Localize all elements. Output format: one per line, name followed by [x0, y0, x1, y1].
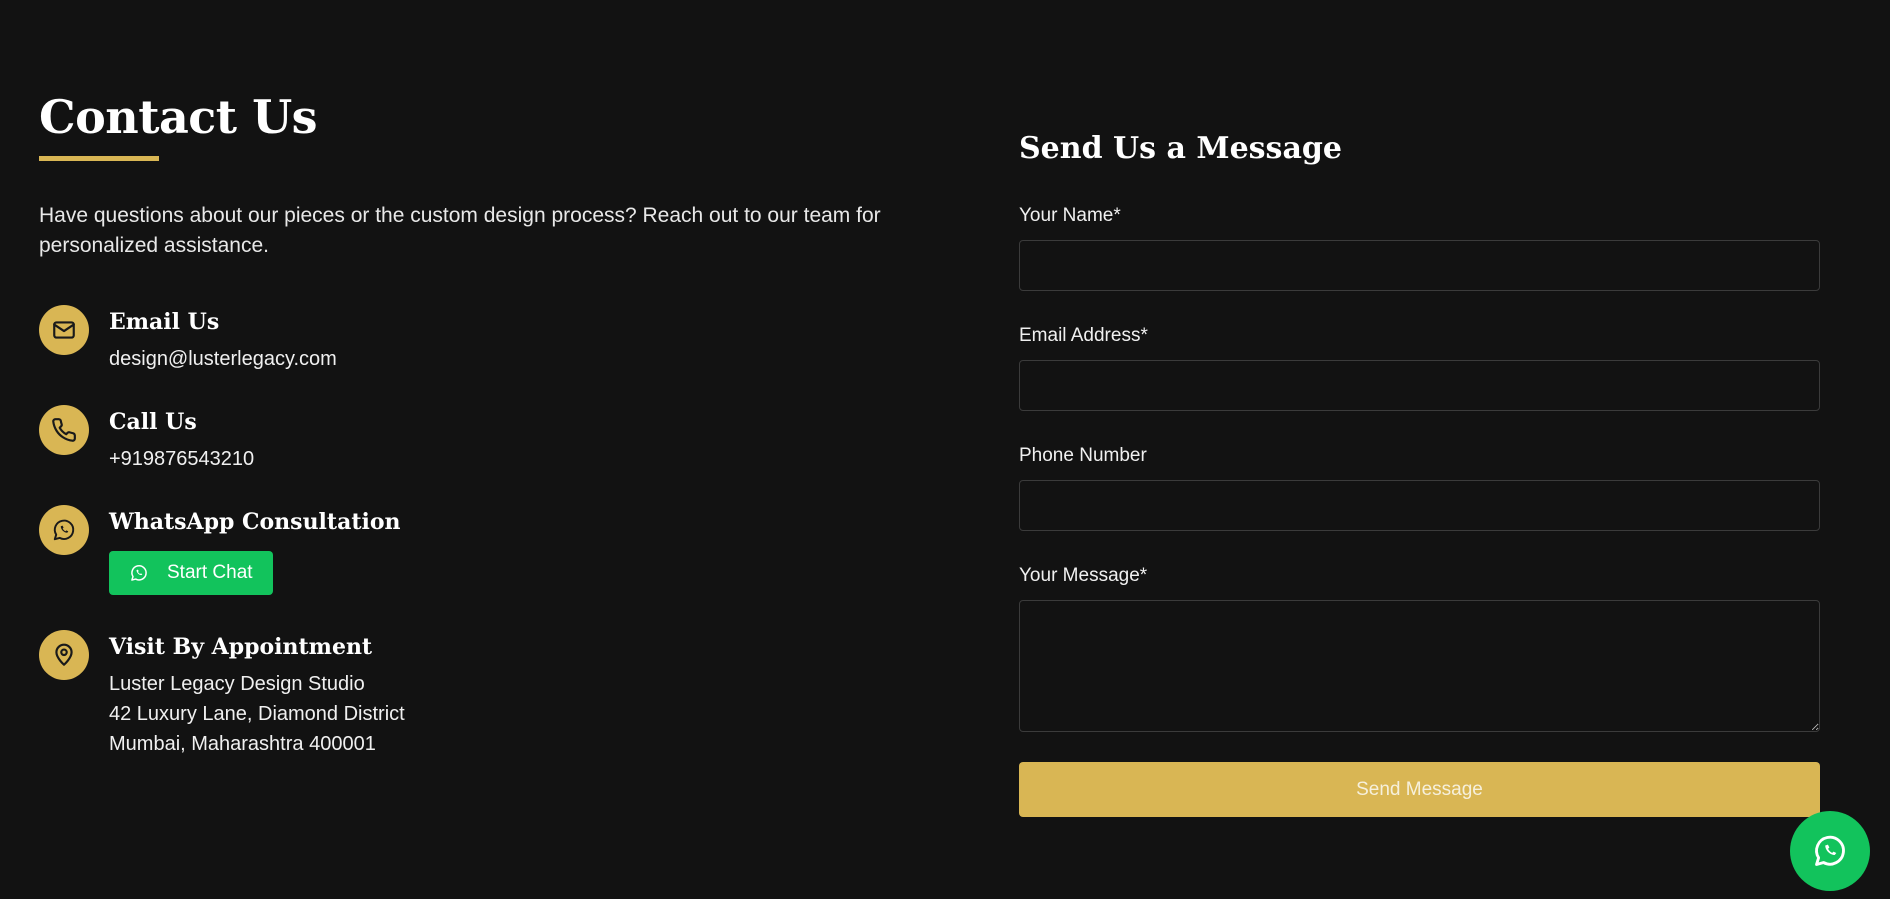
visit-title: Visit By Appointment [109, 634, 373, 660]
mail-icon [39, 305, 89, 355]
phone-number-link[interactable]: +919876543210 [109, 444, 254, 474]
message-textarea[interactable] [1019, 600, 1820, 732]
email-title: Email Us [109, 309, 220, 335]
contact-item-call: Call Us +919876543210 [39, 405, 254, 474]
whatsapp-icon [1815, 835, 1845, 866]
contact-item-whatsapp: WhatsApp Consultation Start Chat [39, 505, 401, 595]
email-input[interactable] [1019, 360, 1820, 411]
message-label: Your Message* [1019, 565, 1148, 586]
address-line-2: 42 Luxury Lane, Diamond District [109, 703, 405, 725]
page-title: Contact Us [39, 90, 318, 144]
email-label: Email Address* [1019, 325, 1148, 346]
name-label: Your Name* [1019, 205, 1121, 226]
name-input[interactable] [1019, 240, 1820, 291]
email-address-link[interactable]: design@lusterlegacy.com [109, 344, 337, 374]
contact-item-email: Email Us design@lusterlegacy.com [39, 305, 337, 374]
address-line-1: Luster Legacy Design Studio [109, 673, 365, 695]
start-chat-label: Start Chat [167, 562, 253, 583]
contact-item-visit: Visit By Appointment Luster Legacy Desig… [39, 630, 405, 759]
whatsapp-icon [39, 505, 89, 555]
contact-intro: Have questions about our pieces or the c… [39, 204, 881, 257]
message-form: Send Us a Message Your Name* Email Addre… [1019, 128, 1820, 817]
visit-address: Luster Legacy Design Studio 42 Luxury La… [109, 669, 405, 759]
whatsapp-icon [131, 565, 147, 581]
contact-section: Contact Us Have questions about our piec… [39, 88, 919, 755]
phone-input[interactable] [1019, 480, 1820, 531]
map-pin-icon [39, 630, 89, 680]
title-underline [39, 156, 159, 161]
start-chat-button[interactable]: Start Chat [109, 551, 273, 595]
whatsapp-title: WhatsApp Consultation [109, 509, 401, 535]
send-message-button[interactable]: Send Message [1019, 762, 1820, 817]
call-title: Call Us [109, 409, 197, 435]
address-line-3: Mumbai, Maharashtra 400001 [109, 733, 376, 755]
phone-icon [39, 405, 89, 455]
form-title: Send Us a Message [1019, 131, 1342, 166]
floating-whatsapp-button[interactable] [1790, 811, 1870, 891]
phone-label: Phone Number [1019, 445, 1147, 466]
